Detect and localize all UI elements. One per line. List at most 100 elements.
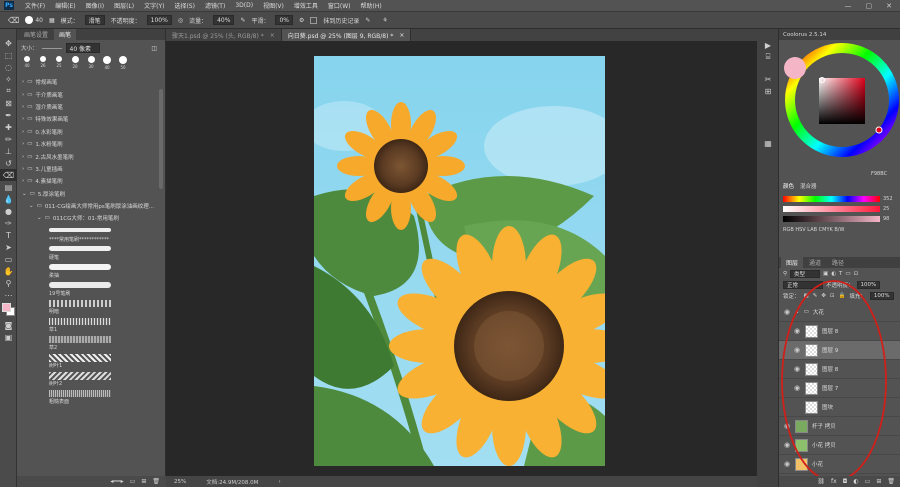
eraser-tool-icon[interactable]: ⌫ — [8, 16, 19, 25]
menu-view[interactable]: 视图(V) — [258, 1, 289, 10]
brush-item[interactable]: ****常用笔刷************ — [49, 226, 165, 244]
brush-preset-picker[interactable]: 40 — [25, 16, 43, 24]
brush-item[interactable]: 粗糙表面 — [49, 388, 165, 406]
new-brush-icon[interactable]: ⊞ — [141, 478, 146, 485]
link-icon[interactable]: ⛓ — [817, 478, 825, 485]
smooth-field[interactable]: 0% — [275, 15, 294, 25]
brush-folder[interactable]: › ▭ 特殊效果画笔 — [17, 113, 165, 125]
new-group-icon[interactable]: ▭ — [130, 478, 136, 485]
menu-type[interactable]: 文字(Y) — [139, 1, 169, 10]
pressure-opacity-icon[interactable]: ◎ — [178, 17, 183, 24]
menu-layer[interactable]: 图层(L) — [109, 1, 139, 10]
play-icon[interactable]: ▶ — [757, 39, 779, 51]
brush-item[interactable]: 硬笔 — [49, 244, 165, 262]
brush-folder[interactable]: › ▭ 0.水彩笔刷 — [17, 126, 165, 138]
brush-folder[interactable]: ⌄ ▭ 011-CG绘画大师常用ps笔刷厚涂油画纹理... — [17, 200, 165, 212]
brush-tool-icon[interactable]: ✏ — [0, 133, 17, 145]
menu-image[interactable]: 图像(I) — [81, 1, 109, 10]
brush-folder[interactable]: › ▭ 4.素描笔刷 — [17, 175, 165, 187]
mask-icon[interactable]: ◘ — [843, 478, 848, 485]
menu-3d[interactable]: 3D(D) — [230, 2, 258, 9]
tab-channels[interactable]: 通道 — [804, 257, 827, 268]
size-slider[interactable] — [41, 47, 62, 49]
sunflower-artwork[interactable] — [314, 56, 605, 466]
symmetry-icon[interactable]: ⚘ — [382, 17, 387, 24]
new-brush-icon[interactable]: ◫ — [151, 45, 157, 52]
screen-mode-icon[interactable]: ▣ — [0, 331, 17, 343]
history-checkbox[interactable] — [310, 16, 318, 24]
lasso-tool-icon[interactable]: ◌ — [0, 61, 17, 73]
zoom-slider-icon[interactable]: ◂━━▸ — [110, 478, 123, 485]
crop-tool-icon[interactable]: ⌗ — [0, 85, 17, 97]
path-select-icon[interactable]: ➤ — [0, 241, 17, 253]
more-tools-icon[interactable]: ⋯ — [0, 289, 17, 301]
dodge-tool-icon[interactable]: ● — [0, 205, 17, 217]
brush-item[interactable]: 草2 — [49, 334, 165, 352]
tab-mixer[interactable]: 混合器 — [800, 182, 817, 190]
history-brush-icon[interactable]: ↺ — [0, 157, 17, 169]
brush-folder[interactable]: › ▭ 3.儿童插画 — [17, 163, 165, 175]
brush-folder[interactable]: › ▭ 干介质画笔 — [17, 88, 165, 100]
close-icon[interactable]: × — [270, 32, 275, 39]
brush-folder[interactable]: › ▭ 常规画笔 — [17, 76, 165, 88]
brush-preset[interactable]: 40 — [21, 56, 33, 71]
scissors-icon[interactable]: ✂ — [757, 73, 779, 85]
maximize-button[interactable]: ▢ — [866, 2, 873, 10]
saturation-slider[interactable] — [783, 206, 880, 212]
brush-folder[interactable]: ⌄ ▭ 5.厚涂笔刷 — [17, 188, 165, 200]
brightness-value[interactable]: 98 — [883, 216, 897, 222]
menu-edit[interactable]: 编辑(E) — [50, 1, 80, 10]
eyedropper-icon[interactable]: ✒ — [0, 109, 17, 121]
pen-tool-icon[interactable]: ✑ — [0, 217, 17, 229]
brush-settings-icon[interactable]: ▦ — [49, 17, 55, 24]
stamp-tool-icon[interactable]: ⊥ — [0, 145, 17, 157]
hue-value[interactable]: 352 — [883, 196, 897, 202]
pressure-size-icon[interactable]: ✎ — [365, 17, 370, 24]
frame-tool-icon[interactable]: ⊠ — [0, 97, 17, 109]
brush-folder[interactable]: › ▭ 1.水粉笔刷 — [17, 138, 165, 150]
hand-tool-icon[interactable]: ✋ — [0, 265, 17, 277]
eraser-tool-icon[interactable]: ⌫ — [0, 169, 17, 181]
menu-filter[interactable]: 滤镜(T) — [200, 1, 230, 10]
new-group-icon[interactable]: ▭ — [865, 478, 871, 485]
brush-folder[interactable]: ⌄ ▭ 011CG大师：01-常用笔刷 — [17, 212, 165, 224]
size-input[interactable]: 40 像素 — [65, 43, 100, 53]
airbrush-icon[interactable]: ✎ — [240, 17, 245, 24]
brush-item[interactable]: 树叶2 — [49, 370, 165, 388]
tab-layers[interactable]: 图层 — [781, 257, 804, 268]
tab-paths[interactable]: 路径 — [827, 257, 850, 268]
color-modes[interactable]: RGB HSV LAB CMYK B/W — [783, 227, 844, 233]
trash-icon[interactable]: 🗑 — [152, 478, 160, 485]
menu-help[interactable]: 帮助(H) — [356, 1, 387, 10]
gradient-tool-icon[interactable]: ▤ — [0, 181, 17, 193]
brush-preset[interactable]: 50 — [117, 56, 129, 71]
move-tool-icon[interactable]: ✥ — [0, 37, 17, 49]
color-swatches[interactable] — [0, 301, 16, 319]
tab-brushes[interactable]: 画笔 — [54, 29, 77, 40]
trash-icon[interactable]: 🗑 — [887, 478, 895, 485]
current-color-swatch[interactable] — [784, 57, 806, 79]
magic-wand-icon[interactable]: ✧ — [0, 73, 17, 85]
shape-tool-icon[interactable]: ▭ — [0, 253, 17, 265]
brush-item[interactable]: 柔抽 — [49, 262, 165, 280]
zoom-level[interactable]: 25% — [174, 479, 186, 485]
brush-preset[interactable]: 26 — [37, 56, 49, 71]
close-icon[interactable]: × — [399, 32, 404, 39]
clone-source-icon[interactable]: ⊞ — [757, 85, 779, 97]
adjustment-icon[interactable]: ◐ — [853, 478, 858, 485]
healing-brush-icon[interactable]: ✚ — [0, 121, 17, 133]
marquee-tool-icon[interactable]: ⬚ — [0, 49, 17, 61]
brush-preset[interactable]: 40 — [101, 56, 113, 71]
new-layer-icon[interactable]: ⊞ — [876, 478, 881, 485]
gear-icon[interactable]: ⚙ — [299, 17, 304, 24]
brush-item[interactable]: 明暗 — [49, 298, 165, 316]
menu-select[interactable]: 选择(S) — [169, 1, 200, 10]
blur-tool-icon[interactable]: 💧 — [0, 193, 17, 205]
menu-plugins[interactable]: 增效工具 — [289, 1, 323, 10]
brush-preset[interactable]: 25 — [53, 56, 65, 71]
mode-select[interactable]: 滑笔 — [84, 15, 105, 25]
hex-value[interactable]: F98BC — [871, 171, 887, 177]
hue-slider[interactable] — [783, 196, 880, 202]
brush-folder[interactable]: › ▭ 2.古风水墨笔刷 — [17, 150, 165, 162]
quick-mask-icon[interactable]: ◙ — [0, 319, 17, 331]
